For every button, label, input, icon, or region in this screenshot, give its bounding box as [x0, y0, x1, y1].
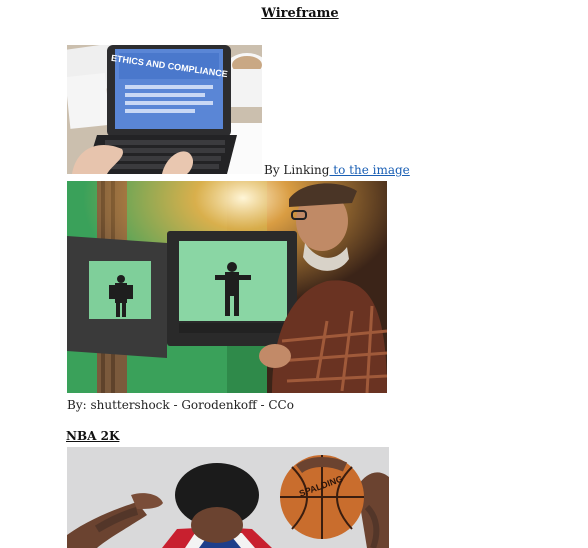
to-the-image-link[interactable]: to the image: [329, 163, 409, 177]
figure1-caption: By Linking to the image: [264, 163, 410, 177]
section-title: NBA 2K: [66, 429, 120, 443]
figure2-caption: By: shuttershock - Gorodenkoff - CCo: [67, 398, 294, 412]
ethics-laptop-image: ETHICS AND COMPLIANCE: [67, 45, 262, 174]
figure1-caption-prefix: By Linking: [264, 163, 330, 177]
greenscreen-production-image: [67, 181, 387, 393]
page-title: Wireframe: [261, 6, 339, 21]
nba-player-image: SPALDING: [67, 447, 389, 548]
